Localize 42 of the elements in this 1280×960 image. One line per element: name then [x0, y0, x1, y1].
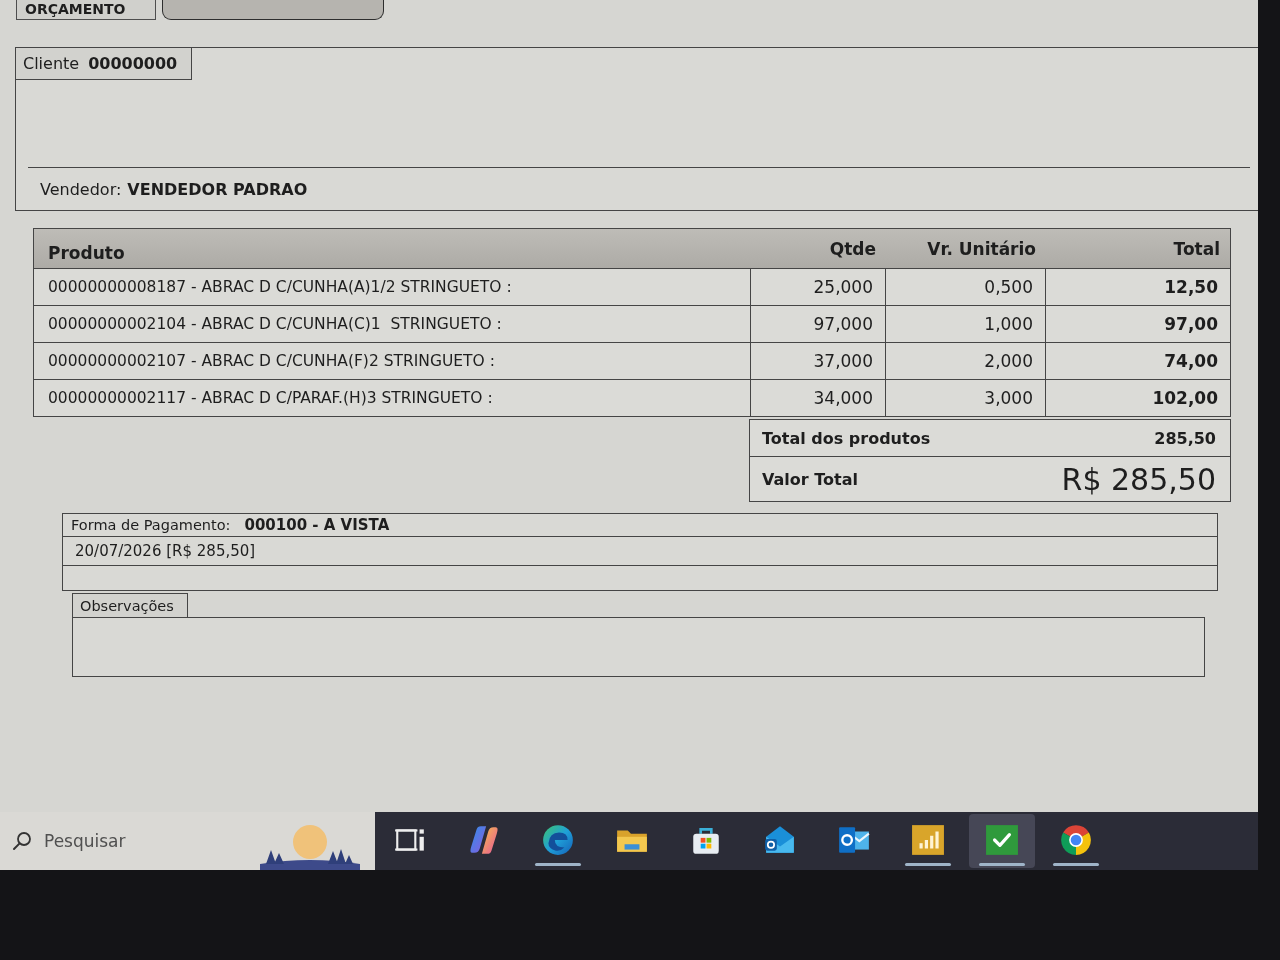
- total-label: Valor Total: [762, 469, 858, 489]
- table-cell: 2,000: [886, 343, 1046, 380]
- swirl-logo-icon: [541, 823, 575, 857]
- seller-name: VENDEDOR PADRAO: [127, 179, 308, 199]
- table-cell: 12,50: [1046, 269, 1231, 306]
- search-icon: [12, 831, 32, 851]
- table-cell: 0,500: [886, 269, 1046, 306]
- bar-chart-icon: [911, 823, 945, 857]
- table-cell: 97,000: [751, 306, 886, 343]
- circle-ring-icon: [1059, 823, 1093, 857]
- total-label: Total dos produtos: [762, 428, 931, 448]
- table-cell: 102,00: [1046, 380, 1231, 417]
- table-cell: 37,000: [751, 343, 886, 380]
- table-cell: 00000000002104 - ABRAC D C/CUNHA(C)1 STRINGUETO :: [34, 306, 751, 343]
- payment-label: Forma de Pagamento:: [71, 517, 231, 533]
- client-code: 00000000: [88, 54, 178, 73]
- table-cell: 3,000: [886, 380, 1046, 417]
- table-cell: 74,00: [1046, 343, 1231, 380]
- table-cell: 00000000008187 - ABRAC D C/CUNHA(A)1/2 STRINGUETO :: [34, 269, 751, 306]
- column-header[interactable]: Produto: [34, 229, 751, 269]
- checkmark-icon: [985, 823, 1019, 857]
- table-cell: 1,000: [886, 306, 1046, 343]
- tab[interactable]: ORÇAMENTO: [16, 0, 156, 20]
- taskbar-button[interactable]: [969, 814, 1035, 868]
- table-cell: 97,00: [1046, 306, 1231, 343]
- table-cell: 00000000002117 - ABRAC D C/PARAF.(H)3 STRINGUETO :: [34, 380, 751, 417]
- table-cell: 34,000: [751, 380, 886, 417]
- total-value: 285,50: [1154, 428, 1216, 448]
- installment-entry[interactable]: 20/07/2026 [R$ 285,50]: [63, 537, 1217, 565]
- notes-label: Observações: [72, 593, 188, 617]
- client-label: Cliente: [23, 54, 80, 73]
- column-header[interactable]: Vr. Unitário: [886, 229, 1046, 269]
- notes-field[interactable]: [72, 617, 1205, 677]
- seller-label: Vendedor:: [40, 179, 122, 199]
- ribbon-logo-icon: [467, 823, 501, 857]
- table-cell: 25,000: [751, 269, 886, 306]
- column-header[interactable]: Total: [1046, 229, 1231, 269]
- table-cell: 00000000002107 - ABRAC D C/CUNHA(F)2 STRINGUETO :: [34, 343, 751, 380]
- tab[interactable]: [162, 0, 384, 20]
- payment-method: 000100 - A VISTA: [244, 516, 390, 534]
- column-header[interactable]: Qtde: [751, 229, 886, 269]
- total-value: R$ 285,50: [1061, 461, 1216, 497]
